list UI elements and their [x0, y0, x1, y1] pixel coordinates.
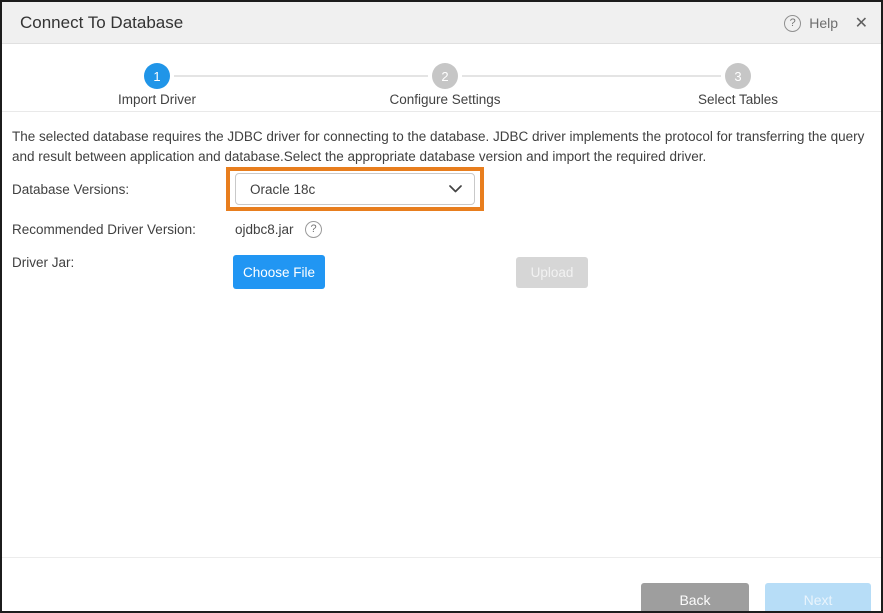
- help-icon: ?: [784, 15, 801, 32]
- next-button[interactable]: Next: [765, 583, 871, 613]
- step-3-label: Select Tables: [698, 92, 778, 107]
- choose-file-button[interactable]: Choose File: [233, 255, 325, 289]
- recommended-driver-label: Recommended Driver Version:: [12, 222, 196, 237]
- driver-info-help-icon[interactable]: ?: [305, 221, 322, 238]
- recommended-driver-value: ojdbc8.jar: [235, 222, 294, 237]
- chevron-down-icon: [449, 185, 474, 193]
- connect-to-database-dialog: Connect To Database ? Help ✕ 1 Import Dr…: [0, 0, 883, 613]
- page-title: Connect To Database: [20, 2, 183, 44]
- database-versions-select[interactable]: Oracle 18c: [235, 173, 475, 205]
- step-connector: [174, 75, 428, 77]
- step-1-number: 1: [153, 69, 160, 84]
- step-1-label: Import Driver: [118, 92, 196, 107]
- help-label: Help: [809, 15, 838, 31]
- step-3-circle[interactable]: 3: [725, 63, 751, 89]
- back-button[interactable]: Back: [641, 583, 749, 613]
- step-3-number: 3: [734, 69, 741, 84]
- close-icon[interactable]: ✕: [855, 2, 868, 44]
- step-1-circle[interactable]: 1: [144, 63, 170, 89]
- step-connector: [462, 75, 721, 77]
- step-2-circle[interactable]: 2: [432, 63, 458, 89]
- wizard-stepper: 1 Import Driver 2 Configure Settings 3 S…: [2, 45, 881, 112]
- database-versions-label: Database Versions:: [12, 182, 129, 197]
- jdbc-description-text: The selected database requires the JDBC …: [12, 127, 869, 166]
- database-versions-selected-value: Oracle 18c: [236, 182, 449, 197]
- help-button[interactable]: ? Help: [784, 2, 838, 44]
- driver-jar-label: Driver Jar:: [12, 255, 74, 270]
- footer-divider: [2, 557, 881, 558]
- titlebar: Connect To Database ? Help ✕: [2, 2, 881, 44]
- step-2-label: Configure Settings: [389, 92, 500, 107]
- step-2-number: 2: [441, 69, 448, 84]
- upload-button[interactable]: Upload: [516, 257, 588, 288]
